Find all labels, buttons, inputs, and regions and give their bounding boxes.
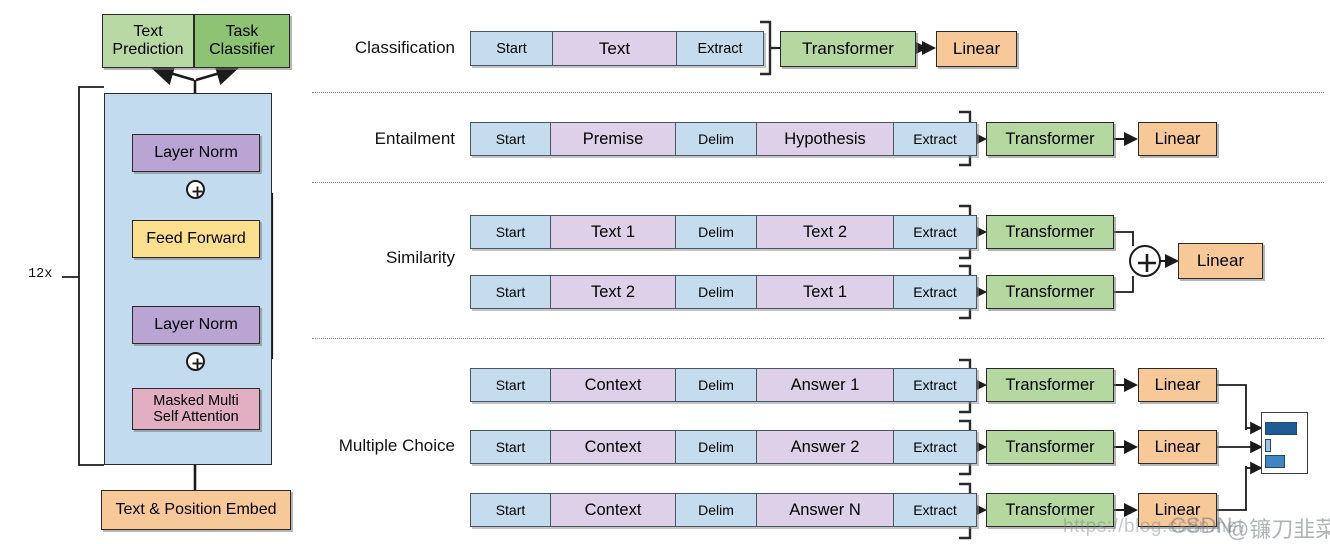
task-label-similarity: Similarity xyxy=(386,248,455,267)
transformer-similarity-b[interactable]: Transformer xyxy=(986,275,1114,309)
token-cell-context[interactable]: Context xyxy=(551,494,676,526)
token-strip-similarity-b: Start Text 2 Delim Text 1 Extract xyxy=(470,275,977,309)
token-cell-extract[interactable]: Extract xyxy=(894,369,976,401)
softmax-bar-3 xyxy=(1265,455,1285,468)
token-cell-text1[interactable]: Text 1 xyxy=(757,276,894,308)
token-cell-delim[interactable]: Delim xyxy=(676,494,757,526)
task-label-multiple-choice: Multiple Choice xyxy=(338,436,455,455)
token-cell-extract[interactable]: Extract xyxy=(894,216,976,248)
token-cell-extract[interactable]: Extract xyxy=(894,276,976,308)
token-cell-start[interactable]: Start xyxy=(471,123,551,155)
softmax-bar-chart xyxy=(1261,412,1308,474)
token-cell-start[interactable]: Start xyxy=(471,369,551,401)
token-cell-text2[interactable]: Text 2 xyxy=(551,276,676,308)
residual-add-bottom xyxy=(186,352,205,371)
token-strip-entailment: Start Premise Delim Hypothesis Extract xyxy=(470,122,977,156)
token-strip-choice-2: Start Context Delim Answer 2 Extract xyxy=(470,430,977,464)
token-cell-answer1[interactable]: Answer 1 xyxy=(757,369,894,401)
residual-add-top xyxy=(186,180,205,199)
token-cell-start[interactable]: Start xyxy=(471,494,551,526)
task-label-classification: Classification xyxy=(354,38,455,57)
separator-1 xyxy=(312,92,1324,93)
token-cell-start[interactable]: Start xyxy=(471,32,553,65)
token-cell-hypothesis[interactable]: Hypothesis xyxy=(757,123,894,155)
token-cell-start[interactable]: Start xyxy=(471,216,551,248)
repeat-count-label: 12x xyxy=(28,267,53,282)
token-cell-delim[interactable]: Delim xyxy=(676,216,757,248)
transformer-classification[interactable]: Transformer xyxy=(780,31,916,67)
linear-choice-2[interactable]: Linear xyxy=(1138,430,1217,464)
linear-entailment[interactable]: Linear xyxy=(1138,122,1217,156)
token-strip-choice-n: Start Context Delim Answer N Extract xyxy=(470,493,977,527)
token-cell-start[interactable]: Start xyxy=(471,431,551,463)
token-cell-delim[interactable]: Delim xyxy=(676,431,757,463)
linear-classification[interactable]: Linear xyxy=(936,31,1017,67)
linear-choice-1[interactable]: Linear xyxy=(1138,368,1217,402)
transformer-similarity-a[interactable]: Transformer xyxy=(986,215,1114,249)
similarity-sum-icon xyxy=(1129,245,1161,277)
token-cell-delim[interactable]: Delim xyxy=(676,123,757,155)
token-strip-similarity-a: Start Text 1 Delim Text 2 Extract xyxy=(470,215,977,249)
transformer-choice-1[interactable]: Transformer xyxy=(986,368,1114,402)
text-position-embed-node[interactable]: Text & Position Embed xyxy=(101,490,291,530)
layer-norm-bottom[interactable]: Layer Norm xyxy=(132,306,260,344)
separator-3 xyxy=(312,338,1324,339)
transformer-entailment[interactable]: Transformer xyxy=(986,122,1114,156)
token-cell-context[interactable]: Context xyxy=(551,369,676,401)
token-cell-text[interactable]: Text xyxy=(553,32,677,65)
token-cell-answer2[interactable]: Answer 2 xyxy=(757,431,894,463)
token-strip-classification: Start Text Extract xyxy=(470,31,764,66)
token-cell-delim[interactable]: Delim xyxy=(676,369,757,401)
linear-similarity[interactable]: Linear xyxy=(1178,243,1263,279)
transformer-choice-2[interactable]: Transformer xyxy=(986,430,1114,464)
softmax-bar-1 xyxy=(1265,422,1297,435)
token-cell-extract[interactable]: Extract xyxy=(677,32,763,65)
token-cell-text2[interactable]: Text 2 xyxy=(757,216,894,248)
task-label-entailment: Entailment xyxy=(374,129,455,148)
figure-canvas: Text Prediction Task Classifier 12x Laye… xyxy=(0,0,1330,544)
token-cell-extract[interactable]: Extract xyxy=(894,431,976,463)
watermark-author: @镰刀韭菜 xyxy=(1227,517,1330,542)
token-cell-delim[interactable]: Delim xyxy=(676,276,757,308)
masked-multi-self-attention-node[interactable]: Masked Multi Self Attention xyxy=(132,388,260,430)
token-cell-context[interactable]: Context xyxy=(551,431,676,463)
token-cell-premise[interactable]: Premise xyxy=(551,123,676,155)
token-cell-text1[interactable]: Text 1 xyxy=(551,216,676,248)
token-cell-extract[interactable]: Extract xyxy=(894,494,976,526)
token-cell-extract[interactable]: Extract xyxy=(894,123,976,155)
separator-2 xyxy=(312,182,1324,183)
token-cell-answern[interactable]: Answer N xyxy=(757,494,894,526)
token-cell-start[interactable]: Start xyxy=(471,276,551,308)
softmax-bar-2 xyxy=(1265,439,1271,452)
token-strip-choice-1: Start Context Delim Answer 1 Extract xyxy=(470,368,977,402)
watermark-brand: CSDN xyxy=(1170,513,1233,538)
